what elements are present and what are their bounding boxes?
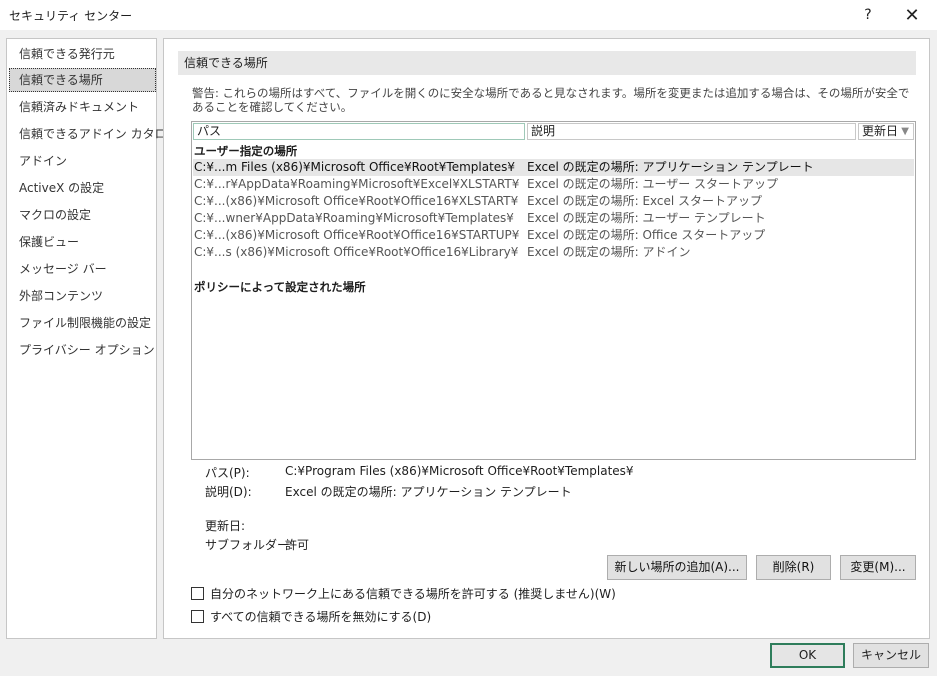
remove-button[interactable]: 削除(R) (756, 555, 831, 580)
sidebar-item-message-bar[interactable]: メッセージ バー (9, 257, 156, 281)
table-row[interactable]: C:¥...(x86)¥Microsoft Office¥Root¥Office… (193, 227, 914, 244)
close-icon[interactable]: ✕ (890, 0, 934, 30)
row-path: C:¥...m Files (x86)¥Microsoft Office¥Roo… (194, 160, 516, 174)
window-title: セキュリティ センター (9, 9, 133, 23)
help-icon[interactable]: ? (846, 0, 890, 30)
disable-all-label[interactable]: すべての信頼できる場所を無効にする(D) (210, 608, 431, 625)
cancel-button[interactable]: キャンセル (853, 643, 929, 668)
sidebar-item-activex[interactable]: ActiveX の設定 (9, 176, 156, 200)
locations-list[interactable]: パス 説明 更新日 ▼ ユーザー指定の場所 C:¥...m Files (x86… (191, 121, 916, 460)
sidebar-item-external-content[interactable]: 外部コンテンツ (9, 284, 156, 308)
detail-description-label: 説明(D): (205, 485, 252, 499)
sidebar-item-trusted-documents[interactable]: 信頼済みドキュメント (9, 95, 156, 119)
row-path: C:¥...wner¥AppData¥Roaming¥Microsoft¥Tem… (194, 211, 514, 225)
table-row[interactable]: C:¥...(x86)¥Microsoft Office¥Root¥Office… (193, 193, 914, 210)
group-policy-locations: ポリシーによって設定された場所 (194, 280, 366, 294)
allow-network-label[interactable]: 自分のネットワーク上にある信頼できる場所を許可する (推奨しません)(W) (210, 585, 616, 602)
main-panel: 信頼できる場所 警告: これらの場所はすべて、ファイルを開くのに安全な場所である… (163, 38, 930, 639)
sidebar-item-addins[interactable]: アドイン (9, 149, 156, 173)
ok-button[interactable]: OK (770, 643, 845, 668)
sidebar-item-trusted-locations[interactable]: 信頼できる場所 (9, 68, 156, 92)
column-header-description[interactable]: 説明 (527, 123, 856, 140)
title-bar: セキュリティ センター ? ✕ (0, 0, 937, 30)
column-header-path[interactable]: パス (193, 123, 525, 140)
row-description: Excel の既定の場所: ユーザー スタートアップ (527, 177, 779, 191)
sidebar-item-file-block[interactable]: ファイル制限機能の設定 (9, 311, 156, 335)
table-row[interactable]: C:¥...s (x86)¥Microsoft Office¥Root¥Offi… (193, 244, 914, 261)
sidebar-item-protected-view[interactable]: 保護ビュー (9, 230, 156, 254)
sidebar-item-trusted-addin-catalogs[interactable]: 信頼できるアドイン カタログ (9, 122, 179, 146)
row-path: C:¥...(x86)¥Microsoft Office¥Root¥Office… (194, 194, 519, 208)
disable-all-checkbox[interactable] (191, 609, 204, 623)
row-path: C:¥...r¥AppData¥Roaming¥Microsoft¥Excel¥… (194, 177, 520, 191)
row-path: C:¥...(x86)¥Microsoft Office¥Root¥Office… (194, 228, 520, 242)
table-row[interactable]: C:¥...wner¥AppData¥Roaming¥Microsoft¥Tem… (193, 210, 914, 227)
section-title: 信頼できる場所 (178, 51, 916, 75)
sidebar-item-macro[interactable]: マクロの設定 (9, 203, 156, 227)
detail-description-value: Excel の既定の場所: アプリケーション テンプレート (285, 485, 572, 499)
detail-subfolder-label: サブフォルダー: (205, 538, 294, 552)
row-path: C:¥...s (x86)¥Microsoft Office¥Root¥Offi… (194, 245, 519, 259)
allow-network-checkbox[interactable] (191, 586, 204, 600)
column-header-date[interactable]: 更新日 ▼ (858, 123, 914, 140)
table-row[interactable]: C:¥...r¥AppData¥Roaming¥Microsoft¥Excel¥… (193, 176, 914, 193)
detail-subfolder-value: 許可 (285, 538, 310, 552)
detail-path-label: パス(P): (205, 466, 250, 480)
row-description: Excel の既定の場所: アドイン (527, 245, 691, 259)
row-description: Excel の既定の場所: アプリケーション テンプレート (527, 160, 814, 174)
group-user-locations: ユーザー指定の場所 (194, 144, 298, 158)
row-description: Excel の既定の場所: ユーザー テンプレート (527, 211, 766, 225)
row-description: Excel の既定の場所: Excel スタートアップ (527, 194, 763, 208)
row-description: Excel の既定の場所: Office スタートアップ (527, 228, 766, 242)
sidebar-item-privacy[interactable]: プライバシー オプション (9, 338, 156, 362)
detail-date-label: 更新日: (205, 519, 246, 533)
table-row[interactable]: C:¥...m Files (x86)¥Microsoft Office¥Roo… (193, 159, 914, 176)
sidebar-item-trusted-publishers[interactable]: 信頼できる発行元 (9, 42, 156, 66)
allow-network-checkbox-row[interactable]: 自分のネットワーク上にある信頼できる場所を許可する (推奨しません)(W) (191, 585, 616, 601)
modify-button[interactable]: 変更(M)... (840, 555, 916, 580)
column-header-date-label: 更新日 (862, 124, 899, 138)
sort-caret-icon: ▼ (901, 126, 909, 137)
add-location-button[interactable]: 新しい場所の追加(A)... (607, 555, 747, 580)
disable-all-checkbox-row[interactable]: すべての信頼できる場所を無効にする(D) (191, 608, 431, 624)
sidebar: 信頼できる発行元 信頼できる場所 信頼済みドキュメント 信頼できるアドイン カタ… (6, 38, 179, 639)
detail-path-value: C:¥Program Files (x86)¥Microsoft Office¥… (285, 464, 634, 478)
warning-text: 警告: これらの場所はすべて、ファイルを開くのに安全な場所であると見なされます。… (192, 86, 910, 114)
